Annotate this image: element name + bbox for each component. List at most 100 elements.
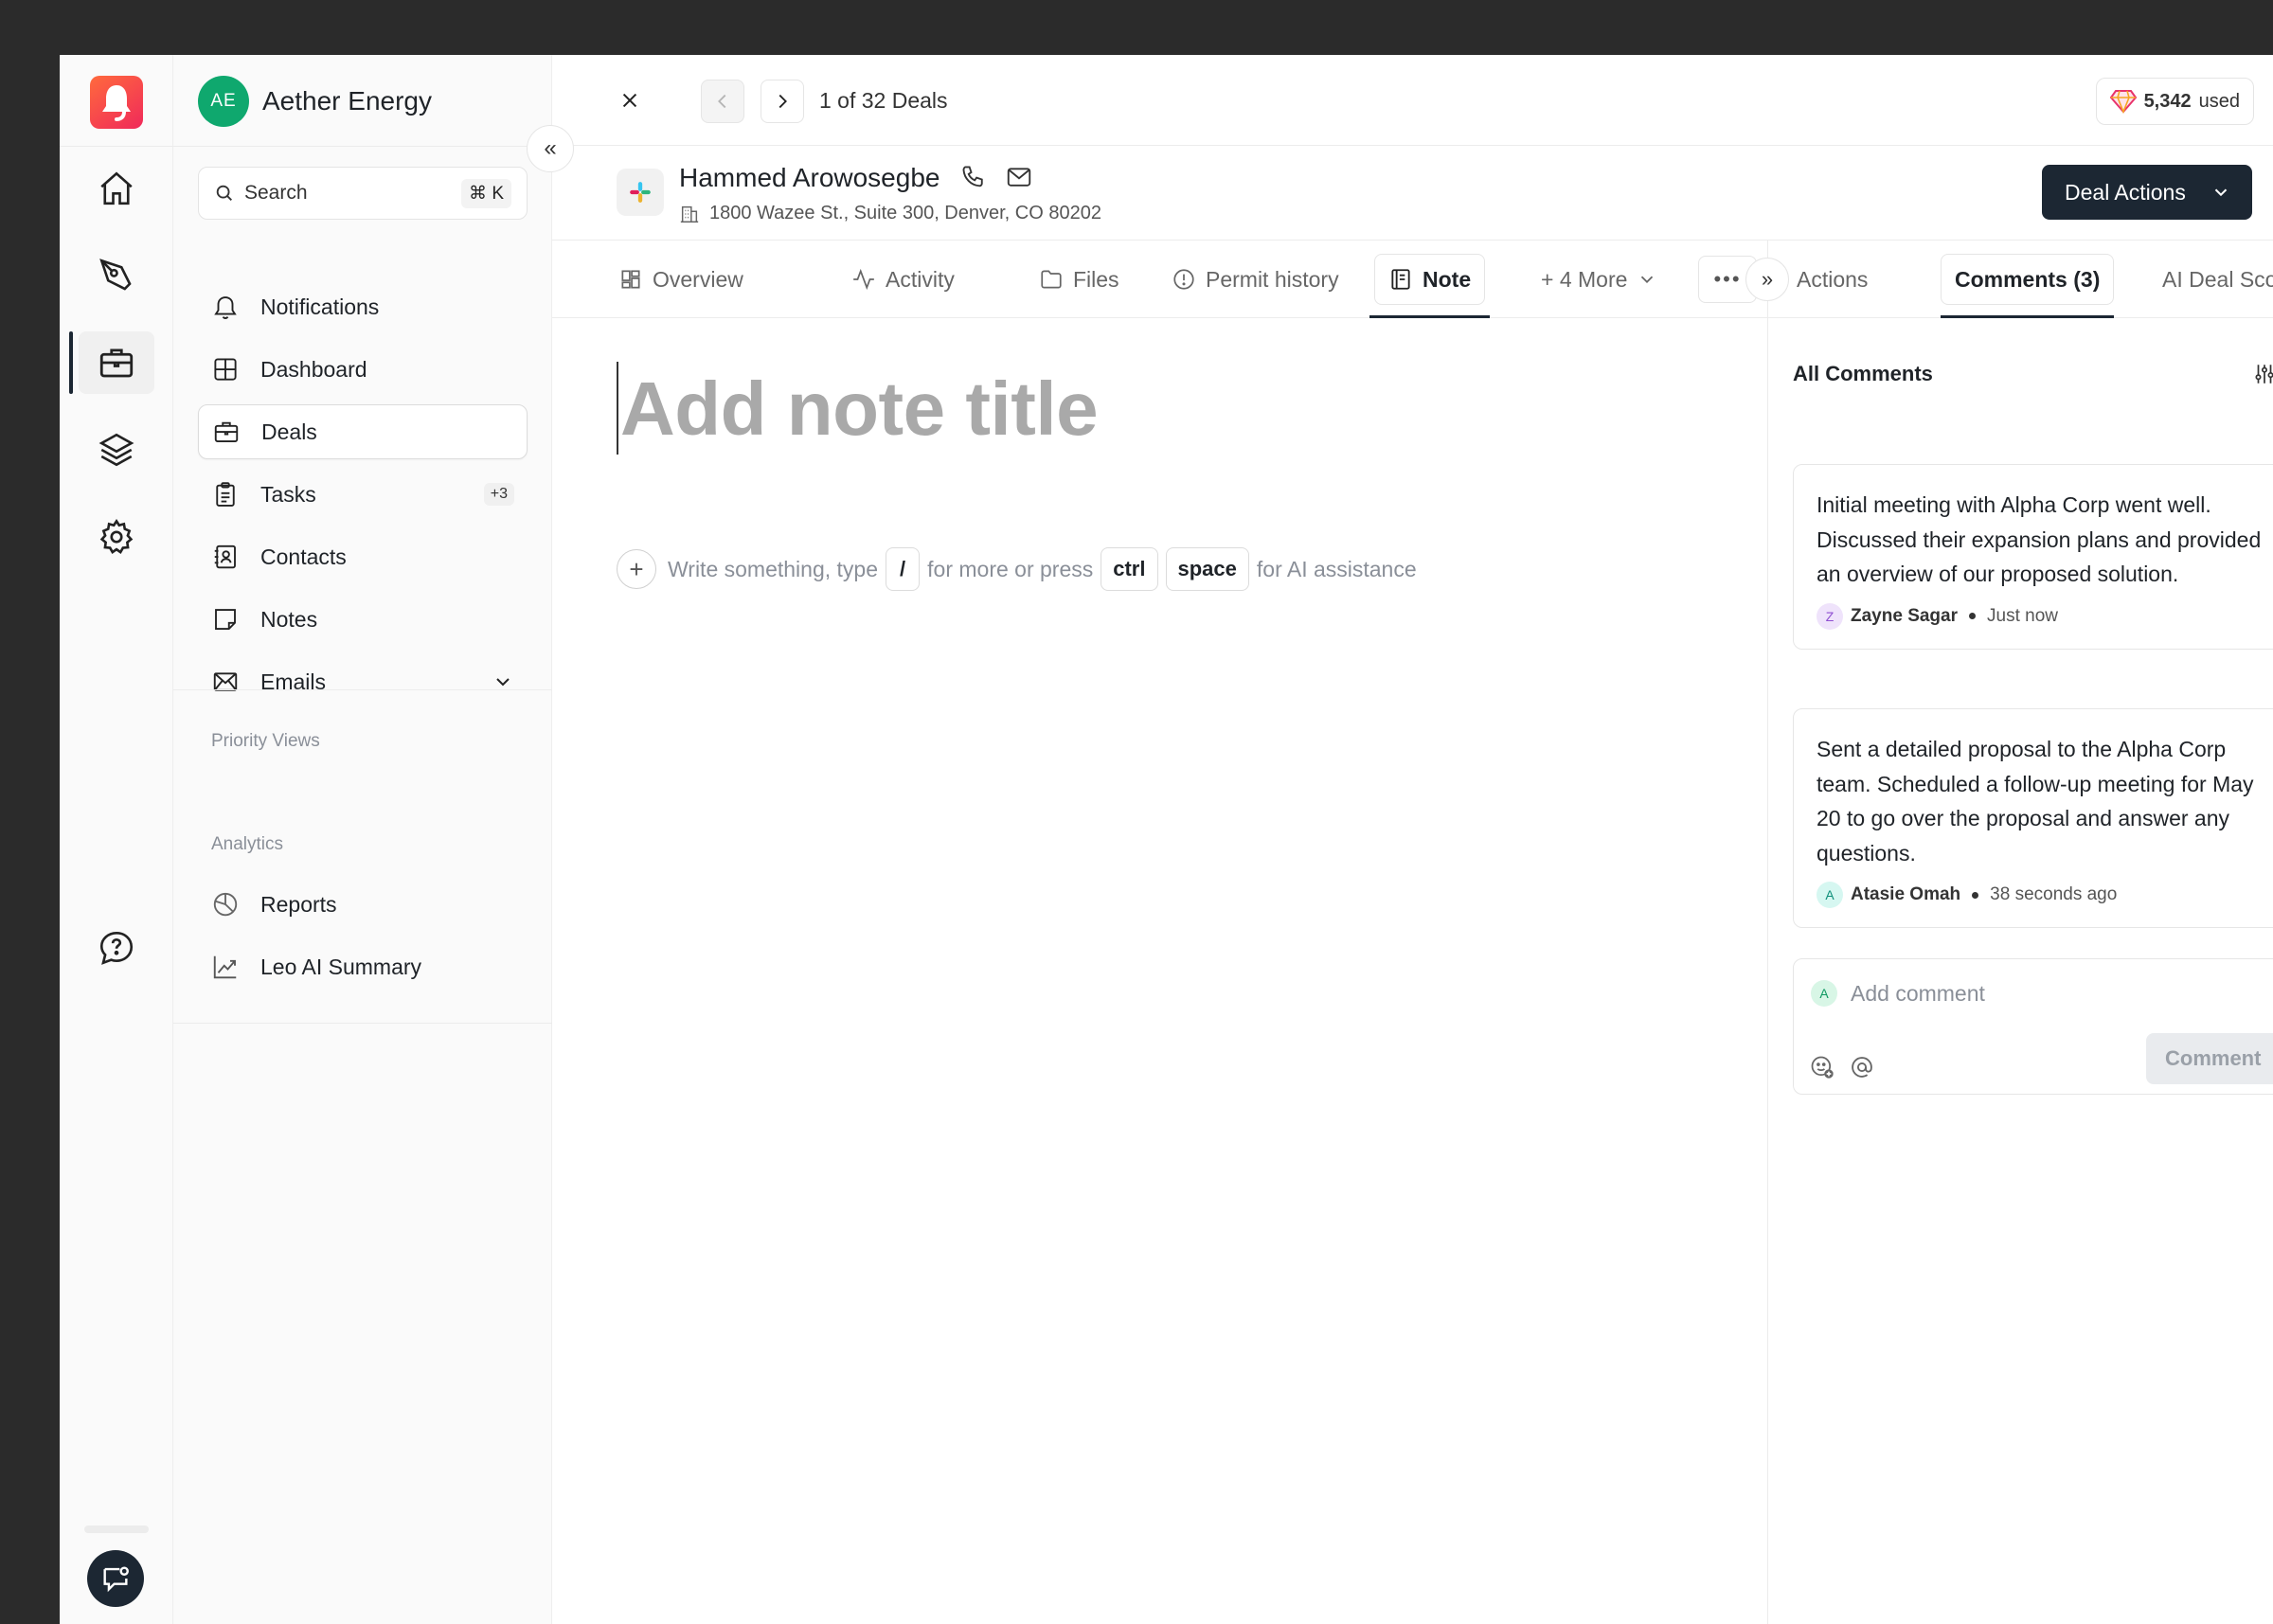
comment-input-row[interactable]: A Add comment <box>1811 980 1985 1007</box>
tab-activity[interactable]: Activity <box>838 254 968 305</box>
sidebar-item-label: Tasks <box>260 481 316 507</box>
sidebar-item-notes[interactable]: Notes <box>198 592 528 647</box>
note-title-input[interactable]: Add note title <box>620 366 1099 453</box>
editor-hint[interactable]: + Write something, type / for more or pr… <box>617 547 1417 591</box>
credits-suffix: used <box>2198 90 2240 112</box>
next-deal-button[interactable] <box>761 80 804 123</box>
rail-settings-button[interactable] <box>79 506 154 568</box>
comment-time: Just now <box>1987 605 2058 626</box>
comment-input[interactable]: Add comment <box>1851 981 1985 1007</box>
comment-filter-button[interactable] <box>2252 362 2273 391</box>
search-label: Search <box>244 182 308 204</box>
add-block-button[interactable]: + <box>617 549 656 589</box>
deal-actions-button[interactable]: Deal Actions <box>2042 165 2252 220</box>
separator-dot <box>1969 613 1976 619</box>
tab-permit-history[interactable]: Permit history <box>1158 254 1352 305</box>
tab-label: Files <box>1073 266 1119 292</box>
priority-views-heading: Priority Views <box>211 731 320 751</box>
hint-after: for AI assistance <box>1256 556 1417 581</box>
building-icon <box>680 205 699 223</box>
emoji-icon[interactable] <box>1809 1054 1835 1080</box>
comments-heading: All Comments <box>1793 362 1933 385</box>
sidebar-item-notifications[interactable]: Notifications <box>198 279 528 334</box>
tab-files[interactable]: Files <box>1026 254 1133 305</box>
tab-label: Overview <box>653 266 743 292</box>
icon-rail <box>60 55 173 1624</box>
call-button[interactable] <box>959 163 988 196</box>
sidebar-item-label: Notes <box>260 606 318 632</box>
right-panel: » Actions Comments (3) AI Deal Score All… <box>1745 241 2273 1624</box>
sidebar-section-divider <box>173 689 552 690</box>
avatar: Z <box>1817 602 1843 630</box>
email-button[interactable] <box>1005 163 1033 196</box>
rail-divider <box>60 146 173 147</box>
sidebar-item-dashboard[interactable]: Dashboard <box>198 342 528 397</box>
tab-actions[interactable]: Actions <box>1783 254 1881 305</box>
briefcase-icon <box>99 348 134 378</box>
pen-tool-icon <box>99 259 132 291</box>
tab-more[interactable]: + 4 More <box>1528 254 1671 305</box>
trend-chart-icon <box>213 955 237 979</box>
sidebar-item-deals[interactable]: Deals <box>198 404 528 459</box>
org-switcher[interactable]: AE Aether Energy <box>198 76 432 127</box>
deal-header: Hammed Arowosegbe 1800 Wazee St., Suite … <box>552 146 2273 241</box>
rail-layers-button[interactable] <box>79 419 154 481</box>
top-bar: 1 of 32 Deals 5,342 used <box>552 55 2273 146</box>
comment-text: Initial meeting with Alpha Corp went wel… <box>1817 492 2262 586</box>
rail-pen-tool-button[interactable] <box>79 244 154 307</box>
tab-label: Permit history <box>1206 266 1339 292</box>
hint-middle: for more or press <box>927 556 1094 581</box>
sidebar-item-tasks[interactable]: Tasks +3 <box>198 467 528 522</box>
tab-overview[interactable]: Overview <box>605 254 757 305</box>
app-logo[interactable] <box>90 76 143 129</box>
gem-icon <box>2109 90 2137 114</box>
bell-logo-icon <box>102 85 131 121</box>
collapse-sidebar-button[interactable]: « <box>527 125 574 172</box>
layout-icon <box>621 270 640 289</box>
credits-usage[interactable]: 5,342 used <box>2095 78 2254 125</box>
clipboard-icon <box>216 482 235 507</box>
search-input[interactable]: Search ⌘ K <box>198 167 528 220</box>
right-panel-tabs: » Actions Comments (3) AI Deal Score <box>1745 241 2273 318</box>
rail-help-button[interactable] <box>79 917 154 979</box>
rail-deals-button[interactable] <box>69 331 154 394</box>
comment-author: Zayne Sagar <box>1851 605 1958 626</box>
bell-icon <box>214 296 237 319</box>
chevron-left-icon <box>718 94 726 109</box>
search-icon <box>216 185 232 201</box>
chevron-right-icon <box>779 94 787 109</box>
slack-logo-icon <box>630 182 651 203</box>
home-icon <box>100 171 133 205</box>
sidebar-item-label: Contacts <box>260 544 347 569</box>
envelope-icon <box>1007 168 1031 187</box>
comment-card[interactable]: Initial meeting with Alpha Corp went wel… <box>1793 464 2273 650</box>
submit-comment-button[interactable]: Comment <box>2146 1033 2273 1084</box>
sidebar-item-leo-ai-summary[interactable]: Leo AI Summary <box>198 939 528 994</box>
at-mention-icon[interactable] <box>1849 1054 1875 1080</box>
close-icon <box>622 93 637 108</box>
comment-card[interactable]: Sent a detailed proposal to the Alpha Co… <box>1793 708 2273 928</box>
contact-book-icon <box>214 544 236 569</box>
support-chat-button[interactable] <box>87 1550 144 1607</box>
rail-home-button[interactable] <box>79 157 154 220</box>
ellipsis-icon: ••• <box>1713 267 1742 291</box>
sidebar-item-label: Notifications <box>260 294 380 319</box>
comment-text: Sent a detailed proposal to the Alpha Co… <box>1817 737 2254 866</box>
sidebar-item-reports[interactable]: Reports <box>198 877 528 932</box>
plus-icon: + <box>629 554 644 583</box>
tab-ai-deal-score[interactable]: AI Deal Score <box>2149 254 2273 305</box>
sidebar-item-emails[interactable]: Emails <box>198 654 528 709</box>
grid-icon <box>214 358 237 381</box>
company-logo <box>617 169 664 216</box>
deal-actions-label: Deal Actions <box>2065 179 2186 205</box>
close-deal-button[interactable] <box>611 81 649 119</box>
sidebar-item-contacts[interactable]: Contacts <box>198 529 528 584</box>
org-name: Aether Energy <box>262 86 432 116</box>
analytics-heading: Analytics <box>211 834 284 854</box>
space-key-chip: space <box>1165 547 1249 591</box>
tab-note[interactable]: Note <box>1369 254 1491 318</box>
tab-comments[interactable]: Comments (3) <box>1941 254 2115 318</box>
tab-label: + 4 More <box>1541 266 1628 292</box>
previous-deal-button[interactable] <box>701 80 744 123</box>
tab-label: Activity <box>886 266 955 292</box>
